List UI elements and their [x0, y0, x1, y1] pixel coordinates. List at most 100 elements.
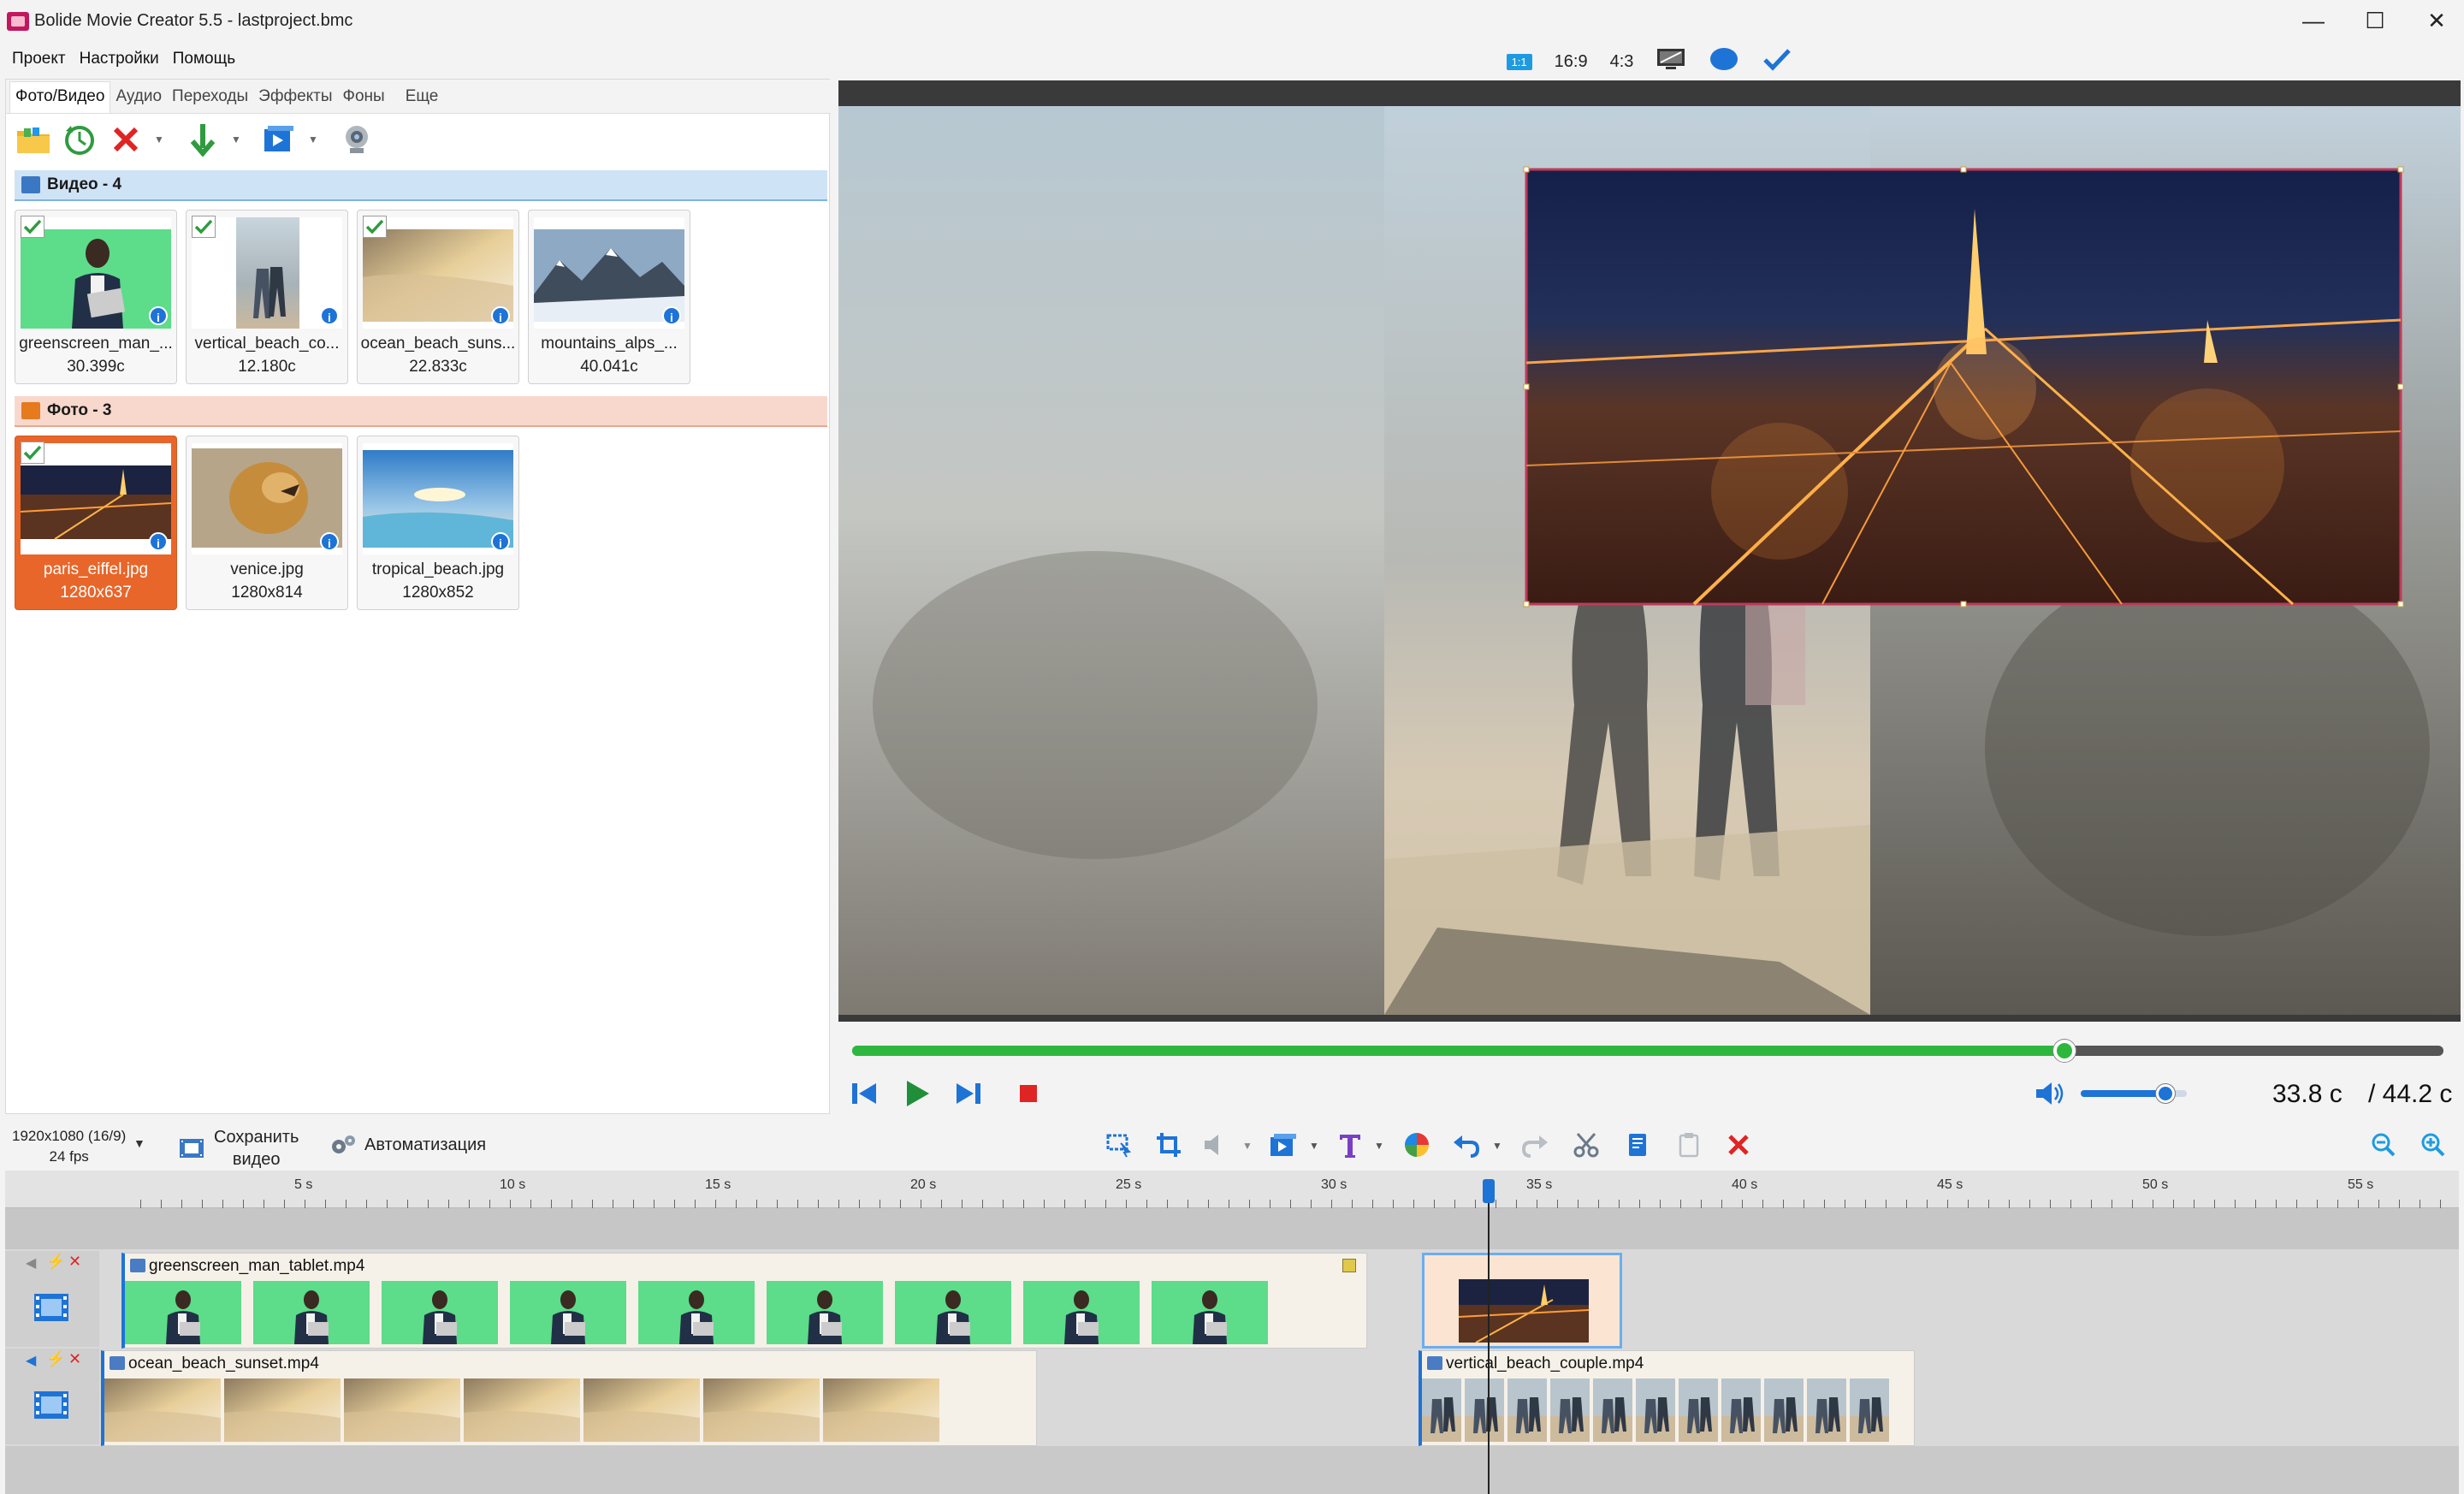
info-icon[interactable]: i: [149, 532, 168, 551]
automation-button[interactable]: Автоматизация: [330, 1133, 486, 1157]
media-card-ocean-beach[interactable]: i ocean_beach_suns... 22.833с: [357, 210, 519, 384]
recent-files-icon[interactable]: [61, 121, 98, 158]
check-icon[interactable]: [192, 216, 216, 238]
volume-icon[interactable]: [2033, 1076, 2067, 1111]
track-mute-icon[interactable]: ◀: [26, 1352, 36, 1369]
timeline-clip-ocean-beach[interactable]: ocean_beach_sunset.mp4: [101, 1350, 1037, 1446]
timeline-clip-greenscreen[interactable]: greenscreen_man_tablet.mp4: [121, 1253, 1367, 1349]
photo-group-header[interactable]: Фото - 3: [15, 396, 827, 427]
resolution-dropdown-icon[interactable]: ▼: [133, 1136, 145, 1150]
zoom-in-icon[interactable]: [2418, 1129, 2449, 1160]
tab-transitions[interactable]: Переходы: [167, 87, 253, 113]
info-icon[interactable]: i: [320, 306, 339, 325]
video-preview[interactable]: [838, 80, 2461, 1022]
tab-backgrounds[interactable]: Фоны: [338, 87, 390, 113]
save-video-button[interactable]: Сохранить видео: [178, 1126, 299, 1171]
maximize-icon[interactable]: ☐: [2341, 0, 2409, 41]
media-card-tropical-beach[interactable]: i tropical_beach.jpg 1280x852: [357, 436, 519, 610]
checkmark-icon[interactable]: [1762, 46, 1792, 77]
minimize-icon[interactable]: —: [2279, 0, 2348, 41]
add-to-timeline-icon[interactable]: [261, 121, 299, 158]
paste-icon[interactable]: [1673, 1129, 1704, 1160]
timeline[interactable]: 5 s 10 s 15 s 20 s 25 s 30 s 35 s 40 s 4…: [5, 1171, 2459, 1494]
next-frame-icon[interactable]: [951, 1076, 986, 1111]
aspect-1-1-badge[interactable]: 1:1: [1506, 53, 1532, 70]
seek-handle[interactable]: [2053, 1040, 2076, 1062]
ruler-tick: [695, 1200, 696, 1208]
ruler-tick: [1126, 1200, 1127, 1208]
stop-icon[interactable]: [1011, 1076, 1045, 1111]
aspect-4-3-button[interactable]: 4:3: [1610, 52, 1634, 72]
menu-settings[interactable]: Настройки: [80, 50, 159, 68]
menu-project[interactable]: Проект: [12, 50, 66, 68]
info-icon[interactable]: i: [149, 306, 168, 325]
media-card-greenscreen[interactable]: i greenscreen_man_... 30.399с: [15, 210, 177, 384]
volume-handle[interactable]: [2156, 1084, 2176, 1103]
tab-effects[interactable]: Эффекты: [253, 87, 337, 113]
delete-clip-icon[interactable]: [1723, 1129, 1754, 1160]
media-card-vertical-beach[interactable]: i vertical_beach_co... 12.180с: [186, 210, 348, 384]
mute-icon[interactable]: [1201, 1129, 1232, 1160]
media-card-paris-eiffel[interactable]: i paris_eiffel.jpg 1280x637: [15, 436, 177, 610]
timeline-clip-paris-eiffel[interactable]: [1422, 1253, 1622, 1349]
ruler-tick: [1906, 1200, 1907, 1208]
undo-dropdown-icon[interactable]: ▼: [1492, 1140, 1502, 1152]
cut-icon[interactable]: [1571, 1129, 1602, 1160]
info-icon[interactable]: i: [491, 306, 510, 325]
media-card-venice[interactable]: i venice.jpg 1280x814: [186, 436, 348, 610]
zoom-out-icon[interactable]: [2368, 1129, 2399, 1160]
info-icon[interactable]: i: [320, 532, 339, 551]
close-icon[interactable]: ✕: [2402, 0, 2464, 41]
menu-help[interactable]: Помощь: [173, 50, 235, 68]
info-icon[interactable]: i: [491, 532, 510, 551]
video-group-header[interactable]: Видео - 4: [15, 170, 827, 201]
info-icon[interactable]: i: [662, 306, 681, 325]
track-delete-icon[interactable]: ✕: [68, 1350, 81, 1368]
delete-dropdown-icon[interactable]: ▼: [153, 133, 165, 145]
tab-more[interactable]: Еще: [400, 87, 444, 113]
check-icon[interactable]: [21, 216, 44, 238]
timeline-clip-vertical-beach[interactable]: vertical_beach_couple.mp4: [1419, 1350, 1915, 1446]
resolution-selector[interactable]: 1920x1080 (16/9) 24 fps: [12, 1126, 126, 1167]
track-delete-icon[interactable]: ✕: [68, 1253, 81, 1271]
play-icon[interactable]: [900, 1076, 934, 1111]
text-icon[interactable]: [1335, 1129, 1365, 1160]
playhead-handle[interactable]: [1483, 1179, 1495, 1203]
timeline-ruler[interactable]: 5 s 10 s 15 s 20 s 25 s 30 s 35 s 40 s 4…: [5, 1171, 2459, 1208]
open-folder-icon[interactable]: [15, 121, 52, 158]
seek-bar[interactable]: [852, 1040, 2443, 1062]
text-dropdown-icon[interactable]: ▼: [1374, 1140, 1384, 1152]
redo-icon[interactable]: [1519, 1129, 1550, 1160]
download-dropdown-icon[interactable]: ▼: [230, 133, 242, 145]
circle-shape-icon[interactable]: [1709, 46, 1739, 77]
tab-photo-video[interactable]: Фото/Видео: [9, 81, 111, 113]
add-to-timeline-dropdown-icon[interactable]: ▼: [307, 133, 319, 145]
undo-icon[interactable]: [1451, 1129, 1482, 1160]
download-arrow-icon[interactable]: [184, 121, 222, 158]
ruler-tick: [1208, 1200, 1209, 1208]
copy-icon[interactable]: [1622, 1129, 1653, 1160]
add-clip-dropdown-icon[interactable]: ▼: [1309, 1140, 1319, 1152]
track-mute-icon[interactable]: ◀: [26, 1254, 36, 1272]
check-icon[interactable]: [363, 216, 387, 238]
ruler-tick: [2173, 1200, 2174, 1208]
previous-frame-icon[interactable]: [847, 1076, 881, 1111]
track-lock-icon[interactable]: ⚡: [46, 1253, 65, 1271]
clip-frame: [1764, 1378, 1804, 1442]
delete-icon[interactable]: [107, 121, 145, 158]
media-card-mountains[interactable]: i mountains_alps_... 40.041с: [528, 210, 690, 384]
playhead-line[interactable]: [1488, 1183, 1490, 1494]
monitor-icon[interactable]: [1656, 46, 1686, 77]
tab-audio[interactable]: Аудио: [110, 87, 167, 113]
check-icon[interactable]: [21, 442, 44, 464]
aspect-16-9-button[interactable]: 16:9: [1555, 52, 1588, 72]
volume-slider[interactable]: [2081, 1084, 2187, 1103]
clip-effect-icon[interactable]: [1342, 1259, 1356, 1272]
track-lock-icon[interactable]: ⚡: [46, 1350, 65, 1368]
select-range-icon[interactable]: [1104, 1129, 1134, 1160]
color-correction-icon[interactable]: [1401, 1129, 1432, 1160]
mute-dropdown-icon[interactable]: ▼: [1242, 1140, 1253, 1152]
webcam-icon[interactable]: [338, 121, 376, 158]
crop-icon[interactable]: [1153, 1129, 1184, 1160]
add-clip-icon[interactable]: [1268, 1129, 1299, 1160]
